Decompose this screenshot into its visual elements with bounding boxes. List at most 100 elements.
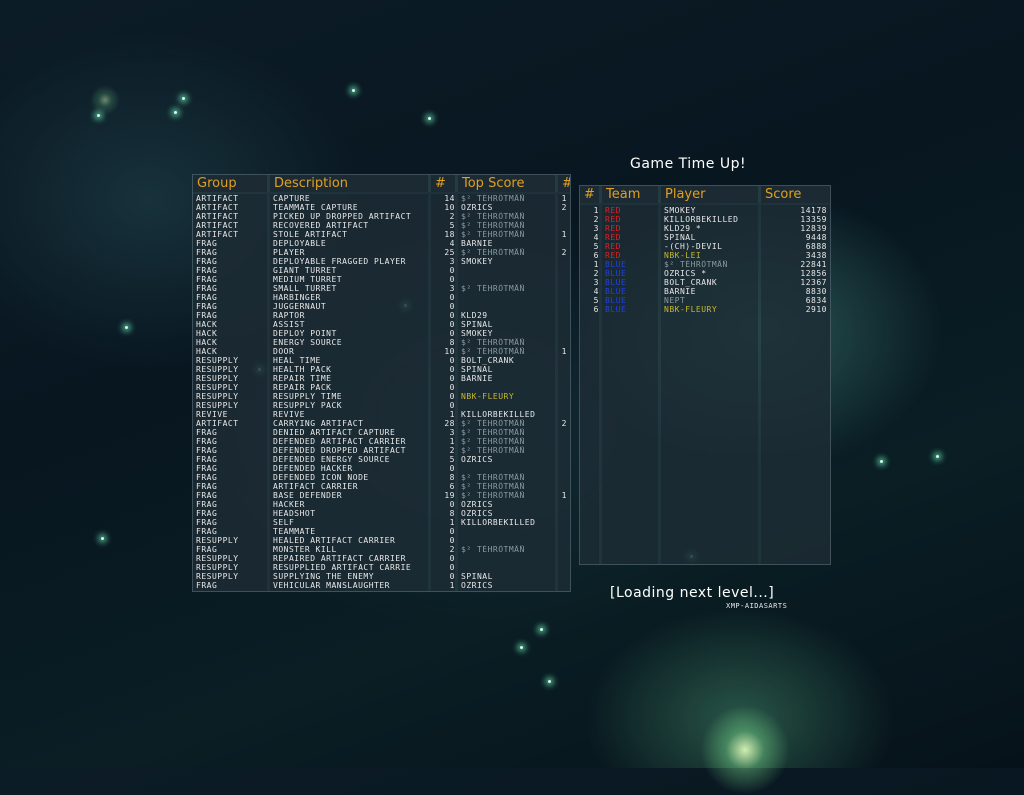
award-row: RESUPPLY REPAIR TIME 0 BARNIE bbox=[193, 374, 570, 383]
scoreboard-row: 6 RED NBK-LEI 3438 bbox=[580, 251, 830, 260]
award-top-count bbox=[558, 311, 570, 320]
player-team: BLUE bbox=[605, 296, 627, 305]
player-team: RED bbox=[605, 242, 621, 251]
award-top-count: 2 bbox=[561, 419, 567, 428]
award-top-count bbox=[558, 545, 570, 554]
player-score: 6888 bbox=[805, 242, 827, 251]
award-group: FRAG bbox=[196, 284, 218, 293]
award-top-count bbox=[558, 392, 570, 401]
scoreboard-row: 3 RED KLD29 * 12839 bbox=[580, 224, 830, 233]
player-score: 6834 bbox=[805, 296, 827, 305]
scoreboard-row: 4 RED SPINAL 9448 bbox=[580, 233, 830, 242]
award-count: 0 bbox=[449, 500, 455, 509]
player-name: SMOKEY bbox=[664, 206, 696, 215]
header-team[interactable]: Team bbox=[602, 186, 661, 203]
award-description: DENIED ARTIFACT CAPTURE bbox=[273, 428, 396, 437]
award-top-player: KILLORBEKILLED bbox=[461, 410, 536, 419]
scoreboard-row: 1 RED SMOKEY 14178 bbox=[580, 206, 830, 215]
player-name: SPINAL bbox=[664, 233, 696, 242]
award-top-player: $² TÈHRÖTMÄÑ bbox=[461, 347, 525, 356]
award-description: HACKER bbox=[273, 500, 305, 509]
award-description: REVIVE bbox=[273, 410, 305, 419]
award-top-count bbox=[558, 221, 570, 230]
award-count: 0 bbox=[449, 401, 455, 410]
player-score: 3438 bbox=[805, 251, 827, 260]
player-rank: 2 bbox=[593, 269, 599, 278]
award-row: FRAG MEDIUM TURRET 0 bbox=[193, 275, 570, 284]
award-description: CARRYING ARTIFACT bbox=[273, 419, 364, 428]
award-group: RESUPPLY bbox=[196, 374, 239, 383]
award-row: REVIVE REVIVE 1 KILLORBEKILLED bbox=[193, 410, 570, 419]
award-count: 0 bbox=[449, 275, 455, 284]
award-description: RESUPPLY PACK bbox=[273, 401, 343, 410]
award-top-player bbox=[458, 293, 558, 302]
award-row: ARTIFACT RECOVERED ARTIFACT 5 $² TÈHRÖTMÄÑ bbox=[193, 221, 570, 230]
award-count: 3 bbox=[449, 257, 455, 266]
award-top-player: $² TÈHRÖTMÄÑ bbox=[461, 248, 525, 257]
player-team: RED bbox=[605, 251, 621, 260]
award-count: 0 bbox=[449, 365, 455, 374]
award-top-count bbox=[558, 500, 570, 509]
award-top-player bbox=[458, 563, 558, 572]
award-row: FRAG DEPLOYABLE 4 BARNIE bbox=[193, 239, 570, 248]
award-row: RESUPPLY RESUPPLY TIME 0 NBK-FLEURY bbox=[193, 392, 570, 401]
award-count: 5 bbox=[449, 455, 455, 464]
scoreboard-row: 2 BLUE OZRICS * 12856 bbox=[580, 269, 830, 278]
award-description: DEFENDED ENERGY SOURCE bbox=[273, 455, 390, 464]
award-description: MONSTER KILL bbox=[273, 545, 337, 554]
header-description[interactable]: Description bbox=[270, 175, 431, 192]
award-top-player: $² TÈHRÖTMÄÑ bbox=[461, 482, 525, 491]
award-top-count bbox=[558, 365, 570, 374]
award-count: 10 bbox=[444, 203, 455, 212]
award-group: FRAG bbox=[196, 428, 218, 437]
header-count[interactable]: # bbox=[431, 175, 458, 192]
award-row: RESUPPLY REPAIRED ARTIFACT CARRIER 0 bbox=[193, 554, 570, 563]
award-count: 1 bbox=[449, 581, 455, 590]
player-score: 14178 bbox=[800, 206, 827, 215]
award-description: RESUPPLIED ARTIFACT CARRIE bbox=[273, 563, 412, 572]
player-rank: 6 bbox=[593, 251, 599, 260]
award-description: JUGGERNAUT bbox=[273, 302, 327, 311]
header-group[interactable]: Group bbox=[193, 175, 270, 192]
awards-list: ARTIFACT CAPTURE 14 $² TÈHRÖTMÄÑ 1 ARTIFACT TE… bbox=[193, 194, 570, 590]
award-top-count bbox=[558, 455, 570, 464]
header-top-count[interactable]: # bbox=[558, 175, 570, 192]
award-top-player: OZRICS bbox=[461, 455, 493, 464]
award-count: 0 bbox=[449, 320, 455, 329]
award-group: RESUPPLY bbox=[196, 392, 239, 401]
scoreboard-row: 5 BLUE NEPT 6834 bbox=[580, 296, 830, 305]
award-group: HACK bbox=[196, 329, 218, 338]
player-rank: 4 bbox=[593, 287, 599, 296]
award-description: STOLE ARTIFACT bbox=[273, 230, 348, 239]
award-group: RESUPPLY bbox=[196, 365, 239, 374]
award-row: ARTIFACT STOLE ARTIFACT 18 $² TÈHRÖTMÄÑ 1 bbox=[193, 230, 570, 239]
award-top-count bbox=[558, 374, 570, 383]
award-description: HARBINGER bbox=[273, 293, 321, 302]
award-count: 28 bbox=[444, 419, 455, 428]
header-top-score[interactable]: Top Score bbox=[458, 175, 558, 192]
header-player[interactable]: Player bbox=[661, 186, 761, 203]
award-count: 0 bbox=[449, 572, 455, 581]
award-top-player bbox=[458, 401, 558, 410]
award-row: RESUPPLY RESUPPLY PACK 0 bbox=[193, 401, 570, 410]
award-group: FRAG bbox=[196, 509, 218, 518]
header-score[interactable]: Score bbox=[761, 186, 830, 203]
award-row: HACK DOOR 10 $² TÈHRÖTMÄÑ 1 bbox=[193, 347, 570, 356]
award-top-player: BARNIE bbox=[461, 239, 493, 248]
award-description: RESUPPLY TIME bbox=[273, 392, 343, 401]
award-top-count bbox=[558, 554, 570, 563]
award-description: SELF bbox=[273, 518, 295, 527]
award-top-count bbox=[558, 293, 570, 302]
award-top-count bbox=[558, 464, 570, 473]
player-rank: 5 bbox=[593, 296, 599, 305]
player-name: OZRICS * bbox=[664, 269, 707, 278]
award-row: RESUPPLY HEALED ARTIFACT CARRIER 0 bbox=[193, 536, 570, 545]
player-score: 8830 bbox=[805, 287, 827, 296]
award-description: SUPPLYING THE ENEMY bbox=[273, 572, 375, 581]
award-top-count bbox=[558, 446, 570, 455]
award-group: ARTIFACT bbox=[196, 419, 239, 428]
header-rank[interactable]: # bbox=[580, 186, 602, 203]
award-description: HEALTH PACK bbox=[273, 365, 332, 374]
award-top-player: $² TÈHRÖTMÄÑ bbox=[461, 230, 525, 239]
award-description: CAPTURE bbox=[273, 194, 311, 203]
